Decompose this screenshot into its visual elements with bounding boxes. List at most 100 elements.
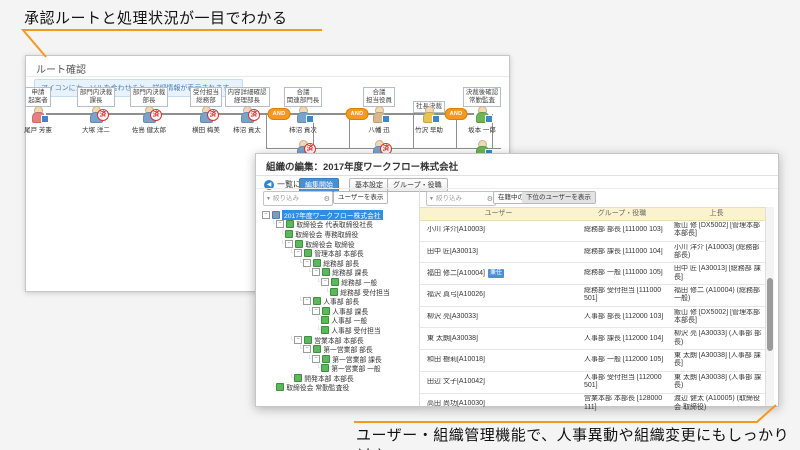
table-row[interactable]: 和田 樹莉[A10018]人事部 一般 [112000 105]東 太朗 [A3… [420,350,766,372]
person-icon[interactable] [421,106,437,122]
tree-expander[interactable]: − [303,297,311,305]
tree-item[interactable]: └−取締役会 代表取締役社長 [260,220,416,230]
groups-roles-button[interactable]: グループ・役職 [387,178,448,192]
tree-item[interactable]: └−人事部 課長 [260,306,416,316]
tree-expander[interactable]: − [312,268,320,276]
table-row[interactable]: 東 太朗[A30038]人事部 課長 [112000 104]柳沢 亮 [A30… [420,328,766,350]
tree-item[interactable]: └ 総務部 受付担当 [260,287,416,297]
tree-connector: └ [289,337,293,343]
tree-item[interactable]: └−取締役会 取締役 [260,239,416,249]
table-scrollbar[interactable] [765,207,774,406]
tree-connector: └ [289,375,293,381]
tree-item[interactable]: └−営業本部 本部長 [260,335,416,345]
org-tree: −2017年度ワークフロー株式会社└−取締役会 代表取締役社長└取締役会 専務取… [260,210,416,392]
tree-expander[interactable]: − [294,249,302,257]
gear-icon[interactable]: ⚙ [324,195,330,203]
tree-expander[interactable]: − [303,345,311,353]
table-row[interactable]: 小川 洋介[A10003]総務部 部長 [111000 103]飯山 修 [DX… [420,220,766,242]
tree-expander[interactable]: − [294,336,302,344]
org-unit-icon [286,220,294,228]
tree-item[interactable]: └−第一営業部 課長 [260,354,416,364]
person-icon[interactable] [30,106,46,122]
tree-item-label: 総務部 部長 [323,258,359,268]
tree-expander[interactable]: − [276,220,284,228]
tree-item-label: 総務部 受付担当 [340,287,389,297]
tree-item[interactable]: └取締役会 常勤監査役 [260,383,416,393]
person-icon[interactable]: 済 [88,106,104,122]
table-row[interactable]: 柳沢 亮[A30033]人事部 部長 [112000 103]飯山 修 [DX5… [420,307,766,329]
user-group: 総務部 課長 [111000 104] [577,248,667,257]
person-icon[interactable] [295,106,311,122]
tree-item[interactable]: └− 総務部 課長 [260,268,416,278]
tree-connector: └ [289,250,293,256]
tree-item[interactable]: └人事部 一般 [260,316,416,326]
user-boss: 田中 匠 [A30013] [総務部 課長] [667,265,766,282]
status-badge-icon [485,115,493,123]
tree-item[interactable]: └−管理本部 本部長 [260,248,416,258]
person-icon[interactable]: 済 [141,106,157,122]
tree-filter-box[interactable]: ▼ ⚙ [263,191,333,206]
tree-expander[interactable]: − [303,259,311,267]
org-unit-icon [295,240,303,248]
table-row[interactable]: 福沢 真弓[A10026]総務部 受付担当 [111000 501]福田 修二 … [420,285,766,307]
user-group: 人事部 受付担当 [112000 501] [577,374,667,391]
tree-item[interactable]: └取締役会 専務取締役 [260,229,416,239]
tree-item[interactable]: └人事部 受付担当 [260,325,416,335]
callout-bottom-text: ユーザー・組織管理機能で、人事異動や組織変更にもしっかり対応 [356,424,800,450]
person-icon[interactable] [371,106,387,122]
org-unit-icon [321,364,329,372]
tree-item[interactable]: └−人事部 部長 [260,296,416,306]
toolbar-separator [256,188,778,189]
person-icon[interactable] [474,106,490,122]
tree-item-label: 総務部 課長 [332,268,368,278]
org-unit-icon [304,249,312,257]
start-edit-button[interactable]: 編集開始 [299,178,339,192]
table-row[interactable]: 田辺 文子[A10042]人事部 受付担当 [112000 501]東 太朗 [… [420,372,766,394]
org-unit-icon [322,355,330,363]
org-unit-icon [285,230,293,238]
tree-item[interactable]: └−総務部 一般 [260,277,416,287]
tree-expander[interactable]: − [285,240,293,248]
user-boss: 福田 修二 (A10004) (総務部 一般) [667,287,766,304]
tree-expander[interactable]: − [262,211,270,219]
concurrent-post-badge: 兼任 [488,269,504,278]
tree-connector: └ [325,289,329,295]
tree-item[interactable]: └−第一営業部 部長 [260,344,416,354]
table-row[interactable]: 高田 尚功[A10030]営業本部 本部長 [128000 111]渡辺 健太 … [420,394,766,416]
user-name: 和田 樹莉[A10018] [427,356,485,363]
tree-item-label: 第一営業部 部長 [323,344,372,354]
user-name: 小川 洋介[A10003] [427,226,485,233]
user-filter-input[interactable] [436,195,487,202]
tree-connector: └ [280,231,284,237]
tree-expander[interactable]: − [312,307,320,315]
user-group: 人事部 一般 [112000 105] [577,356,667,365]
basic-settings-button[interactable]: 基本設定 [349,178,389,192]
tree-item[interactable]: └第一営業部 一般 [260,364,416,374]
person-icon[interactable]: 済 [198,106,214,122]
org-unit-icon [313,297,321,305]
user-boss: 飯山 修 [DX5002] [管理本部 本部長] [667,222,766,239]
tree-connector: └ [307,269,311,275]
user-table-header: ユーザー グループ・役職 上長 [420,207,766,221]
table-row[interactable]: 田中 匠[A30013]総務部 課長 [111000 104]小川 洋介 [A1… [420,242,766,264]
user-filter-box[interactable]: ▼ ⚙ [426,191,496,206]
table-row[interactable]: 福田 修二[A10004]兼任総務部 一般 [111000 105]田中 匠 [… [420,263,766,285]
user-table: ユーザー グループ・役職 上長 小川 洋介[A10003]総務部 部長 [111… [420,207,778,406]
user-group: 総務部 受付担当 [111000 501] [577,287,667,304]
person-icon[interactable]: 済 [239,106,255,122]
tree-item[interactable]: −2017年度ワークフロー株式会社 [260,210,416,220]
user-group: 人事部 課長 [112000 104] [577,335,667,344]
scrollbar-thumb[interactable] [767,278,773,351]
tree-item-label: 取締役会 取締役 [305,239,354,249]
tree-item[interactable]: └開発本部 本部長 [260,373,416,383]
tree-expander[interactable]: − [312,355,320,363]
show-users-button[interactable]: ユーザーを表示 [333,191,388,204]
tree-expander[interactable]: − [321,278,329,286]
tree-item-label: 第一営業部 課長 [332,354,381,364]
page: 承認ルートと処理状況が一目でわかる ユーザー・組織管理機能で、人事異動や組織変更… [0,0,800,450]
tree-connector: └ [271,384,275,390]
show-sub-users-button[interactable]: 下位のユーザーを表示 [522,191,596,204]
tree-filter-input[interactable] [273,195,324,202]
tree-item[interactable]: └−総務部 部長 [260,258,416,268]
status-badge-icon [41,115,49,123]
